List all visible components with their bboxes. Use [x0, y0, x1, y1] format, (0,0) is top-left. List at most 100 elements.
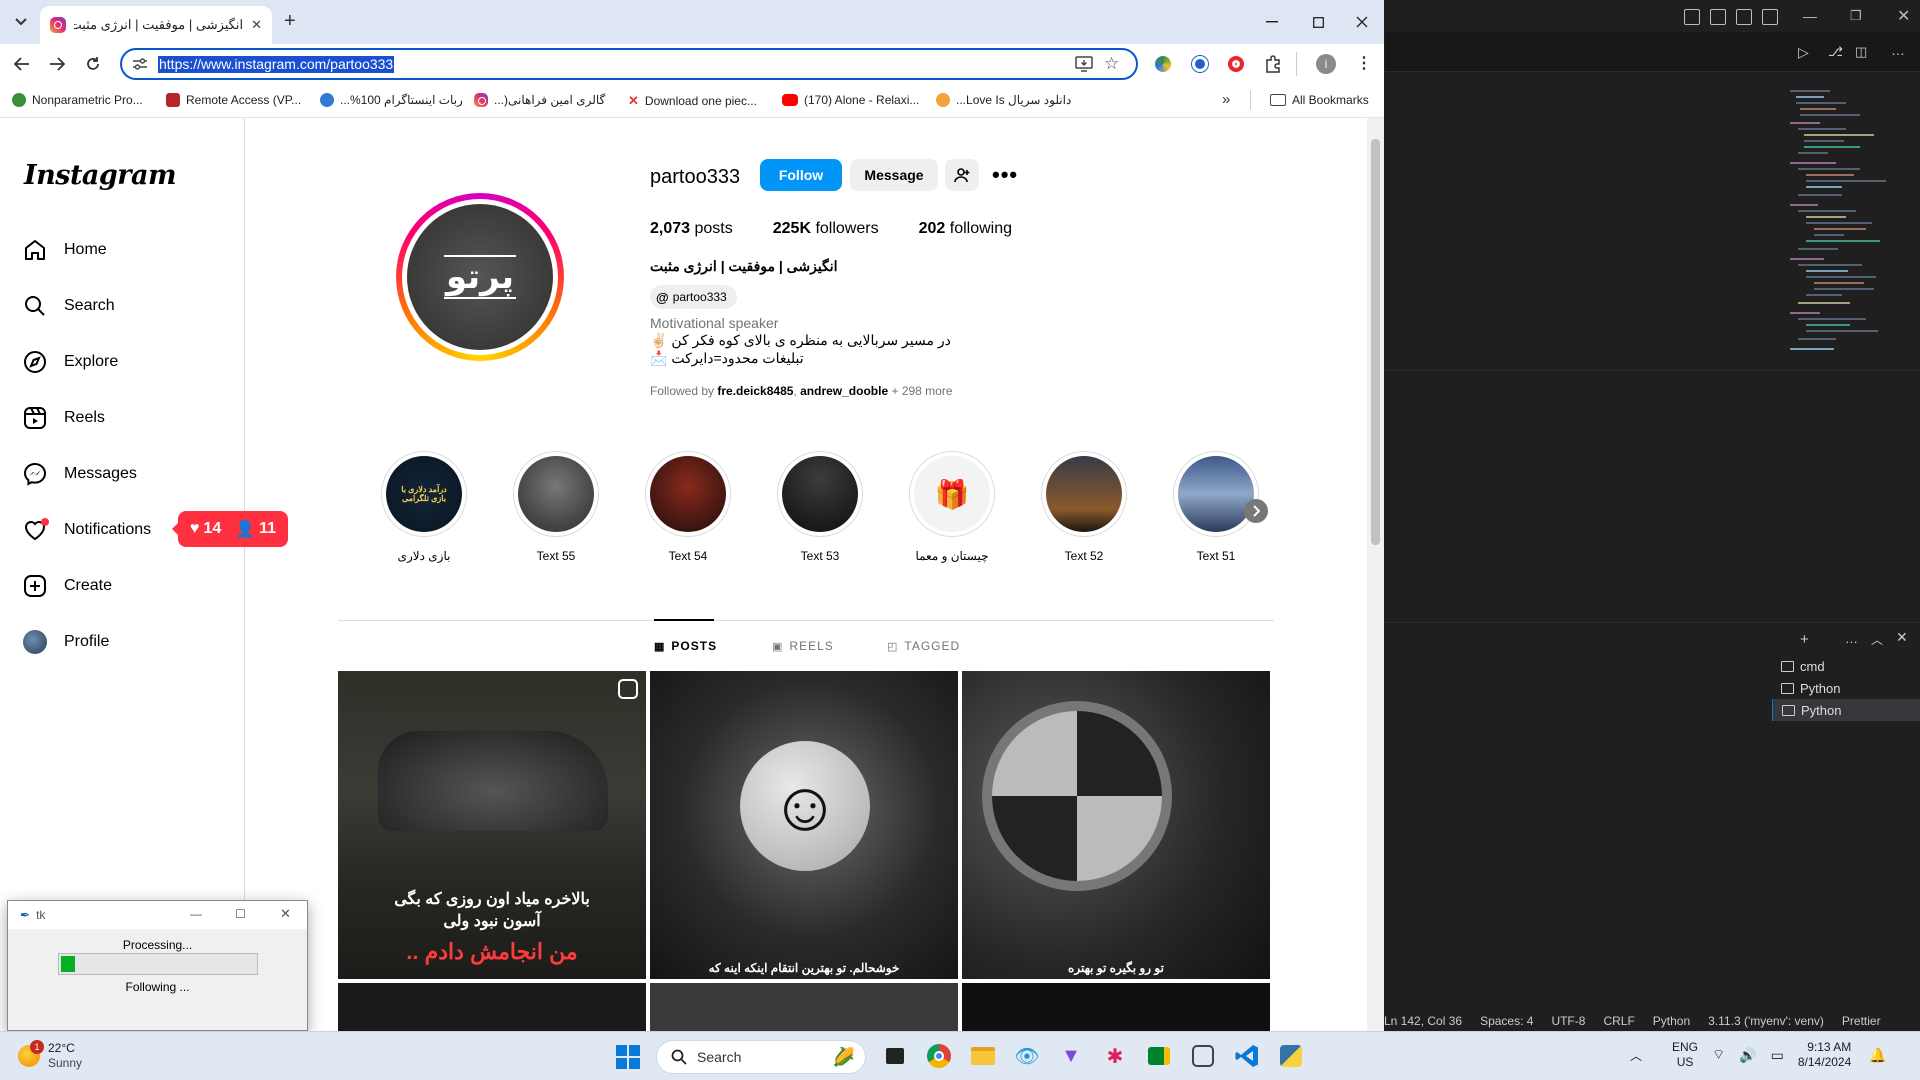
notifications-badge[interactable]: ♥ 14 👤 11: [172, 511, 288, 547]
file-explorer-icon[interactable]: [968, 1041, 998, 1071]
back-icon[interactable]: [9, 51, 35, 77]
post-tile[interactable]: ☺ خوشحالم. تو بهترین انتقام اینکه اینه ک…: [650, 671, 958, 979]
prettier[interactable]: Prettier: [1842, 1014, 1881, 1028]
indentation[interactable]: Spaces: 4: [1480, 1014, 1533, 1028]
nav-profile[interactable]: Profile: [22, 627, 109, 657]
close-panel-icon[interactable]: ✕: [1896, 629, 1908, 646]
tab-reels[interactable]: ▣ REELS: [772, 639, 834, 653]
close-tab-icon[interactable]: ✕: [251, 17, 262, 33]
site-info-icon[interactable]: [132, 57, 148, 71]
minimize-icon[interactable]: —: [1803, 8, 1817, 24]
following-stat[interactable]: 202 following: [919, 220, 1012, 238]
nav-messages[interactable]: Messages: [22, 459, 137, 489]
highlight-item[interactable]: درآمد دلاری با بازی تلگرامی بازی دلاری: [381, 451, 467, 563]
close-icon[interactable]: ✕: [1897, 6, 1910, 26]
tab-search-icon[interactable]: [10, 11, 32, 33]
cursor-position[interactable]: Ln 142, Col 36: [1384, 1014, 1462, 1028]
tray-overflow-icon[interactable]: ︿: [1630, 1047, 1642, 1064]
bookmark-item[interactable]: Nonparametric Pro...: [12, 93, 143, 107]
post-tile[interactable]: [338, 983, 646, 1031]
opera-icon[interactable]: [1228, 56, 1244, 72]
followed-by[interactable]: Followed by fre.deick8485, andrew_dooble…: [650, 384, 953, 398]
weather-widget[interactable]: 1 22°C Sunny: [18, 1040, 82, 1071]
extension-icon[interactable]: [1155, 56, 1171, 72]
maximize-icon[interactable]: ☐: [235, 907, 246, 921]
bookmark-item[interactable]: (170) Alone - Relaxi...: [782, 93, 919, 107]
follow-button[interactable]: Follow: [760, 159, 842, 191]
highlight-item[interactable]: Text 54: [645, 451, 731, 563]
customize-layout-icon[interactable]: [1762, 9, 1778, 25]
maximize-panel-icon[interactable]: ︿: [1871, 631, 1883, 648]
more-bookmarks-icon[interactable]: »: [1222, 91, 1230, 108]
minimize-icon[interactable]: —: [190, 907, 202, 921]
menu-kebab-icon[interactable]: ⋮: [1356, 53, 1372, 73]
threads-badge[interactable]: @ partoo333: [650, 285, 737, 309]
nav-notifications[interactable]: Notifications: [22, 515, 151, 545]
post-tile[interactable]: تو رو بگیره تو بهتره: [962, 671, 1270, 979]
install-app-icon[interactable]: [1075, 56, 1093, 72]
nav-create[interactable]: Create: [22, 571, 112, 601]
nav-search[interactable]: Search: [22, 291, 115, 321]
bookmark-item[interactable]: ✕ Download one piec...: [628, 93, 757, 109]
language-mode[interactable]: Python: [1653, 1014, 1690, 1028]
post-tile[interactable]: [962, 983, 1270, 1031]
volume-icon[interactable]: 🔊: [1739, 1047, 1756, 1064]
nav-reels[interactable]: Reels: [22, 403, 105, 433]
python-idle-icon[interactable]: [1276, 1041, 1306, 1071]
proton-vpn-icon[interactable]: ▼: [1056, 1041, 1086, 1071]
meet-icon[interactable]: [1144, 1041, 1174, 1071]
post-tile[interactable]: بالاخره میاد اون روزی که بگی آسون نبود و…: [338, 671, 646, 979]
address-bar[interactable]: https://www.instagram.com/partoo333 ☆: [120, 48, 1138, 80]
forward-icon[interactable]: [44, 51, 70, 77]
tab-tagged[interactable]: ◰ TAGGED: [887, 639, 960, 653]
new-terminal-icon[interactable]: +: [1800, 631, 1809, 648]
slack-icon[interactable]: ✱: [1100, 1041, 1130, 1071]
clock-app-icon[interactable]: [1188, 1041, 1218, 1071]
highlight-item[interactable]: Text 55: [513, 451, 599, 563]
tab-posts[interactable]: ▦ POSTS: [654, 639, 717, 653]
scrollbar-thumb[interactable]: [1371, 139, 1380, 545]
terminal-item[interactable]: Python: [1772, 677, 1920, 699]
run-icon[interactable]: ▷: [1798, 44, 1809, 61]
more-actions-icon[interactable]: …: [1891, 42, 1905, 58]
taskbar-search[interactable]: Search 🌽: [656, 1040, 866, 1074]
chrome-icon[interactable]: [924, 1041, 954, 1071]
toggle-panel-icon[interactable]: [1710, 9, 1726, 25]
profile-avatar[interactable]: پرتو: [407, 204, 553, 350]
restore-icon[interactable]: ❐: [1850, 8, 1862, 24]
vscode-icon[interactable]: [1232, 1041, 1262, 1071]
bookmark-item[interactable]: دانلود سریال Love Is...: [936, 93, 1071, 107]
close-icon[interactable]: ✕: [280, 906, 291, 922]
bookmark-item[interactable]: Remote Access (VP...: [166, 93, 301, 107]
clock[interactable]: 9:13 AM 8/14/2024: [1798, 1040, 1851, 1070]
all-bookmarks[interactable]: All Bookmarks: [1270, 93, 1369, 107]
url-text[interactable]: https://www.instagram.com/partoo333: [158, 56, 395, 73]
highlights-next-icon[interactable]: [1244, 499, 1268, 523]
terminal-item-selected[interactable]: Python: [1772, 699, 1920, 721]
close-icon[interactable]: [1350, 10, 1374, 34]
task-view-icon[interactable]: [880, 1041, 910, 1071]
extensions-puzzle-icon[interactable]: [1264, 55, 1282, 73]
highlight-item[interactable]: Text 53: [777, 451, 863, 563]
windows-start-icon[interactable]: [616, 1045, 640, 1069]
nav-home[interactable]: Home: [22, 235, 107, 265]
split-editor-icon[interactable]: ◫: [1855, 44, 1867, 60]
encoding[interactable]: UTF-8: [1551, 1014, 1585, 1028]
highlight-item[interactable]: Text 52: [1041, 451, 1127, 563]
tab-instagram[interactable]: انگیزشی | موفقیت | انرژی مثبت ( ✕: [40, 6, 272, 44]
minimap[interactable]: [1790, 88, 1920, 388]
eye-app-icon[interactable]: 👁: [1012, 1041, 1042, 1071]
highlight-item[interactable]: 🎁 چیستان و معما: [909, 451, 995, 563]
extension-icon[interactable]: [1192, 56, 1208, 72]
followers-stat[interactable]: 225K followers: [773, 220, 879, 238]
profile-avatar-icon[interactable]: i: [1316, 54, 1336, 74]
reload-icon[interactable]: [80, 51, 106, 77]
post-tile[interactable]: [650, 983, 958, 1031]
line-ending[interactable]: CRLF: [1603, 1014, 1634, 1028]
terminal-item[interactable]: cmd: [1772, 655, 1920, 677]
bookmark-item[interactable]: ربات اینستاگرام 100%...: [320, 93, 463, 107]
more-actions-icon[interactable]: …: [1845, 631, 1858, 646]
maximize-icon[interactable]: [1306, 10, 1330, 34]
source-control-icon[interactable]: ⎇: [1828, 44, 1843, 60]
nav-explore[interactable]: Explore: [22, 347, 118, 377]
